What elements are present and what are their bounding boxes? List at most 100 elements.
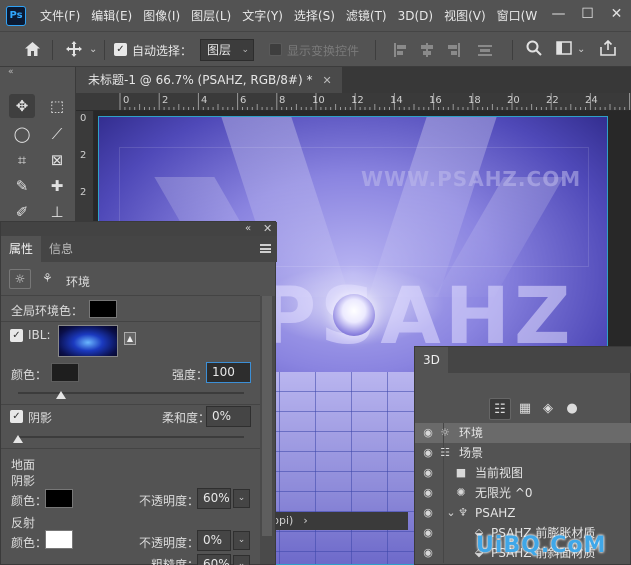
scene-mini-icon[interactable]: ⚘: [42, 271, 53, 285]
align-left-icon[interactable]: [394, 43, 408, 57]
roughness-input[interactable]: 60% ⌄: [197, 554, 250, 565]
intensity-slider-track[interactable]: [18, 392, 244, 394]
global-ambient-swatch[interactable]: [89, 300, 117, 318]
meshes-icon[interactable]: ▦: [514, 398, 536, 420]
minimize-button[interactable]: —: [544, 0, 573, 31]
status-arrow-icon[interactable]: ›: [303, 514, 307, 527]
softness-input[interactable]: 0%: [206, 406, 251, 427]
visibility-eye-icon[interactable]: ◉: [419, 483, 437, 503]
magic-wand-tool-icon[interactable]: ⟋: [44, 122, 70, 146]
menu-image[interactable]: 图像(I): [143, 7, 180, 24]
softness-slider-thumb[interactable]: [13, 435, 23, 443]
crop-tool-icon[interactable]: ⌗: [9, 148, 35, 172]
ruler-label: 22: [546, 95, 559, 106]
share-icon[interactable]: [600, 39, 616, 59]
document-tab[interactable]: 未标题-1 @ 66.7% (PSAHZ, RGB/8#) * ✕: [76, 67, 342, 93]
menu-3d[interactable]: 3D(D): [398, 9, 433, 23]
ibl-color-swatch[interactable]: [51, 363, 79, 382]
chevron-down-icon[interactable]: ⌄: [577, 42, 585, 58]
auto-select-checkbox[interactable]: ✓: [114, 43, 127, 56]
chevron-down-icon[interactable]: ⌄: [233, 531, 250, 550]
mesh-icon: ♆: [458, 506, 468, 519]
3d-item-infinite-light[interactable]: ◉ ✺ 无限光 ^0: [415, 483, 631, 503]
divider: [1, 404, 260, 405]
roughness-label: 粗糙度：: [151, 558, 200, 565]
visibility-eye-icon[interactable]: ◉: [419, 523, 437, 543]
align-center-icon[interactable]: [420, 43, 434, 57]
ground-color-swatch[interactable]: [45, 489, 73, 508]
shadow-checkbox[interactable]: ✓: [10, 410, 23, 423]
site-watermark-text: UiBQ.CoM: [476, 533, 607, 558]
properties-scrollbar[interactable]: [260, 296, 275, 564]
ground-color-label: 颜色：: [11, 494, 48, 508]
menu-edit[interactable]: 编辑(E): [91, 7, 132, 24]
align-right-icon[interactable]: [446, 43, 460, 57]
intensity-slider-thumb[interactable]: [55, 391, 66, 399]
3d-item-current-view[interactable]: ◉ ■ 当前视图: [415, 463, 631, 483]
chevron-down-icon[interactable]: ⌄: [89, 42, 97, 58]
3d-item-scene[interactable]: ◉ ☷ 场景: [415, 443, 631, 463]
visibility-eye-icon[interactable]: ◉: [419, 463, 437, 483]
environment-icon[interactable]: ☼: [9, 269, 31, 289]
tab-properties[interactable]: 属性: [1, 236, 42, 262]
auto-select-target-dropdown[interactable]: 图层 ⌄: [200, 39, 254, 61]
menu-select[interactable]: 选择(S): [294, 7, 335, 24]
show-transform-checkbox[interactable]: [269, 43, 282, 56]
reflection-opacity-label: 不透明度：: [139, 536, 200, 550]
close-tab-icon[interactable]: ✕: [322, 74, 331, 87]
chevron-down-icon[interactable]: ⌄: [233, 555, 250, 565]
ruler-label: 6: [240, 95, 247, 106]
maximize-button[interactable]: ☐: [573, 0, 602, 31]
tab-3d[interactable]: 3D: [415, 347, 448, 373]
healing-brush-tool-icon[interactable]: ✚: [44, 174, 70, 198]
3d-item-environment[interactable]: ◉ ☼ 环境: [415, 423, 631, 443]
collapse-toolbar-icon[interactable]: «: [8, 67, 14, 77]
whole-scene-icon[interactable]: ☷: [489, 398, 511, 420]
close-panel-icon[interactable]: ✕: [263, 222, 272, 236]
menu-filter[interactable]: 滤镜(T): [346, 7, 387, 24]
ground-shadow-label: 阴影: [11, 474, 36, 488]
move-tool-icon[interactable]: ✥: [9, 94, 35, 118]
ruler-label: 20: [507, 95, 520, 106]
ibl-checkbox[interactable]: ✓: [10, 329, 23, 342]
collapse-panel-icon[interactable]: «: [245, 222, 251, 236]
visibility-eye-icon[interactable]: ◉: [419, 423, 437, 443]
ibl-thumbnail[interactable]: [58, 325, 118, 357]
eyedropper-tool-icon[interactable]: ✎: [9, 174, 35, 198]
intensity-input[interactable]: 100: [206, 362, 251, 383]
move-icon[interactable]: [66, 41, 82, 60]
menu-window[interactable]: 窗口(W: [497, 7, 538, 24]
ground-opacity-value: 60%: [203, 491, 230, 505]
menu-file[interactable]: 文件(F): [40, 7, 80, 24]
visibility-eye-icon[interactable]: ◉: [419, 503, 437, 523]
options-bar: ⌄ ✓ 自动选择： 图层 ⌄ 显示变换控件 ⌄: [0, 31, 631, 67]
menu-type[interactable]: 文字(Y): [242, 7, 283, 24]
search-icon[interactable]: [526, 40, 542, 59]
edit-texture-icon[interactable]: ▲: [124, 332, 136, 345]
reflection-color-swatch[interactable]: [45, 530, 73, 549]
chevron-down-icon[interactable]: ⌄: [233, 489, 250, 508]
ruler-label: 8: [279, 95, 286, 106]
ground-opacity-input[interactable]: 60% ⌄: [197, 488, 250, 509]
tab-info[interactable]: 信息: [41, 236, 81, 262]
photoshop-logo-icon: Ps: [6, 5, 26, 26]
3d-item-mesh[interactable]: ◉ ⌄ ♆ PSAHZ: [415, 503, 631, 523]
environment-icon: ☼: [440, 426, 450, 439]
home-icon[interactable]: [24, 41, 41, 60]
close-window-button[interactable]: ✕: [602, 0, 631, 31]
visibility-eye-icon[interactable]: ◉: [419, 543, 437, 563]
scrollbar-thumb[interactable]: [262, 296, 272, 536]
frame-tool-icon[interactable]: ⊠: [44, 148, 70, 172]
workspace-icon[interactable]: [556, 41, 572, 58]
menu-layer[interactable]: 图层(L): [191, 7, 231, 24]
panel-menu-icon[interactable]: [260, 244, 271, 253]
visibility-eye-icon[interactable]: ◉: [419, 443, 437, 463]
lasso-tool-icon[interactable]: ◯: [9, 122, 35, 146]
lights-icon[interactable]: ●: [561, 398, 583, 420]
reflection-opacity-input[interactable]: 0% ⌄: [197, 530, 250, 551]
distribute-icon[interactable]: [478, 43, 492, 57]
materials-icon[interactable]: ◈: [537, 398, 559, 420]
menu-view[interactable]: 视图(V): [444, 7, 486, 24]
marquee-tool-icon[interactable]: ⬚: [44, 94, 70, 118]
softness-slider-track[interactable]: [18, 436, 244, 438]
